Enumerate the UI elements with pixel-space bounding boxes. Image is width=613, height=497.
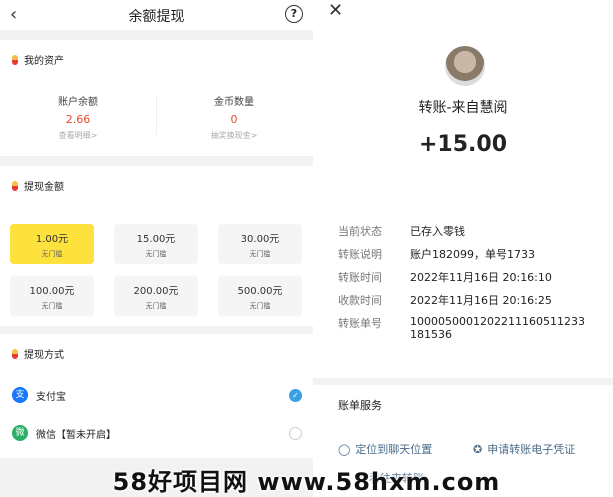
amount-sub: 无门槛 — [249, 302, 271, 310]
voucher-label: 申请转账电子凭证 — [487, 443, 576, 456]
detail-value: 2022年11月16日 20:16:10 — [410, 271, 552, 284]
amount-option[interactable]: 100.00元 无门槛 — [10, 276, 94, 316]
withdraw-amount-card: 提现金额 1.00元 无门槛 15.00元 无门槛 30.00元 无门槛 100… — [0, 166, 313, 326]
screenshot-root: ‹ 余额提现 ? 我的资产 账户余额 2.66 查看明细> 金币数量 0 抽奖换… — [0, 0, 613, 497]
checked-radio-icon[interactable]: ✓ — [289, 388, 302, 402]
watermark-text: 58好项目网 www.58hxm.com — [112, 468, 501, 496]
detail-row-transfer-time: 转账时间 2022年11月16日 20:16:10 — [338, 269, 608, 285]
amount-value: 15.00元 — [136, 234, 176, 245]
assets-section-title: 我的资产 — [24, 56, 64, 67]
transfer-detail-page: ✕ 转账-来自慧阅 +15.00 当前状态 已存入零钱 转账说明 账户18209… — [313, 0, 613, 497]
amount-value: 30.00元 — [240, 234, 280, 245]
section-gap — [313, 378, 613, 385]
coins-label: 金币数量 — [214, 97, 254, 108]
help-icon[interactable]: ? — [285, 5, 303, 23]
section-marker-icon — [12, 54, 18, 65]
section-marker-icon — [12, 180, 18, 191]
detail-key: 当前状态 — [338, 225, 382, 238]
balance-value: 2.66 — [65, 113, 91, 126]
payment-label: 微信【暂未开启】 — [36, 429, 116, 441]
amount-sub: 无门槛 — [145, 302, 167, 310]
detail-key: 转账说明 — [338, 248, 382, 261]
payment-option-alipay[interactable]: 支 支付宝 ✓ — [12, 385, 302, 405]
balance-label: 账户余额 — [58, 97, 98, 108]
top-bar: ‹ 余额提现 ? — [0, 0, 313, 30]
star-badge-icon: ✪ — [473, 442, 483, 456]
close-icon[interactable]: ✕ — [328, 0, 343, 21]
withdraw-section-header: 提现金额 — [12, 178, 64, 193]
amount-value: 500.00元 — [237, 286, 283, 297]
withdraw-section-title: 提现金额 — [24, 182, 64, 193]
amount-sub: 无门槛 — [41, 250, 63, 258]
coins-value: 0 — [230, 113, 238, 126]
locate-chat-label: 定位到聊天位置 — [355, 443, 433, 456]
watermark: 58好项目网 www.58hxm.com — [0, 462, 613, 497]
payment-option-wechat[interactable]: 微 微信【暂未开启】 — [12, 423, 302, 443]
withdraw-page: ‹ 余额提现 ? 我的资产 账户余额 2.66 查看明细> 金币数量 0 抽奖换… — [0, 0, 313, 497]
amount-option[interactable]: 500.00元 无门槛 — [218, 276, 302, 316]
amount-value: 200.00元 — [133, 286, 179, 297]
amount-sub: 无门槛 — [41, 302, 63, 310]
detail-value: 2022年11月16日 20:16:25 — [410, 294, 552, 307]
page-title: 余额提现 — [128, 9, 185, 25]
payment-method-card: 提现方式 支 支付宝 ✓ 微 微信【暂未开启】 — [0, 334, 313, 458]
amount-value: 1.00元 — [35, 234, 69, 245]
locate-chat-link[interactable]: ◯ 定位到聊天位置 — [338, 441, 432, 457]
detail-row-receive-time: 收款时间 2022年11月16日 20:16:25 — [338, 292, 608, 308]
amount-sub: 无门槛 — [249, 250, 271, 258]
detail-row-order-no: 转账单号 1000050001202211160511233181536 — [338, 315, 608, 341]
chat-bubble-icon: ◯ — [338, 442, 351, 456]
amount-option[interactable]: 15.00元 无门槛 — [114, 224, 198, 264]
balance-block: 账户余额 2.66 查看明细> — [0, 93, 156, 141]
avatar — [445, 46, 485, 86]
unchecked-radio-icon[interactable] — [289, 426, 302, 440]
coins-block: 金币数量 0 抽奖换现金> — [156, 93, 312, 141]
transfer-source: 转账-来自慧阅 — [418, 100, 508, 116]
payment-label: 支付宝 — [36, 391, 66, 403]
amount-value: 100.00元 — [29, 286, 75, 297]
detail-key: 转账时间 — [338, 271, 382, 284]
detail-value: 1000050001202211160511233181536 — [410, 315, 585, 341]
section-marker-icon — [12, 348, 18, 359]
alipay-icon: 支 — [12, 387, 28, 403]
services-title: 账单服务 — [338, 399, 382, 412]
method-section-title: 提现方式 — [24, 350, 64, 361]
detail-value: 账户182099，单号1733 — [410, 248, 535, 261]
detail-value: 已存入零钱 — [410, 225, 465, 238]
amount-sub: 无门槛 — [145, 250, 167, 258]
assets-section-header: 我的资产 — [12, 52, 64, 67]
detail-row-note: 转账说明 账户182099，单号1733 — [338, 246, 608, 262]
amount-option[interactable]: 200.00元 无门槛 — [114, 276, 198, 316]
lottery-link[interactable]: 抽奖换现金> — [156, 130, 312, 141]
detail-key: 转账单号 — [338, 317, 382, 330]
voucher-link[interactable]: ✪ 申请转账电子凭证 — [473, 441, 575, 457]
detail-key: 收款时间 — [338, 294, 382, 307]
method-section-header: 提现方式 — [12, 346, 64, 361]
assets-card: 我的资产 账户余额 2.66 查看明细> 金币数量 0 抽奖换现金> — [0, 40, 313, 156]
transfer-amount: +15.00 — [418, 132, 508, 157]
amount-option[interactable]: 30.00元 无门槛 — [218, 224, 302, 264]
amount-option[interactable]: 1.00元 无门槛 — [10, 224, 94, 264]
balance-detail-link[interactable]: 查看明细> — [0, 130, 156, 141]
wechat-icon: 微 — [12, 425, 28, 441]
detail-row-status: 当前状态 已存入零钱 — [338, 223, 608, 239]
